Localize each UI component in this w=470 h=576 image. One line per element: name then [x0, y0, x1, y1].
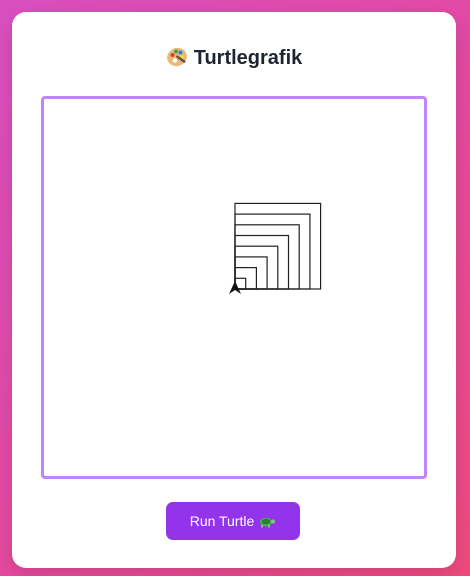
app-title-text: Turtlegrafik [193, 47, 303, 69]
turtle-square [234, 234, 290, 290]
turtle-icon [258, 514, 276, 528]
turtle-cursor-icon [229, 281, 241, 294]
turtle-square [234, 256, 268, 290]
turtle-drawing [229, 202, 322, 294]
run-turtle-label: Run Turtle [189, 513, 255, 529]
turtle-canvas[interactable] [41, 96, 427, 479]
run-turtle-button[interactable]: Run Turtle [166, 502, 300, 540]
palette-icon [166, 46, 188, 68]
page-title: Turtlegrafik [12, 46, 456, 70]
app-card: Turtlegrafik Run Turtle [12, 12, 456, 568]
